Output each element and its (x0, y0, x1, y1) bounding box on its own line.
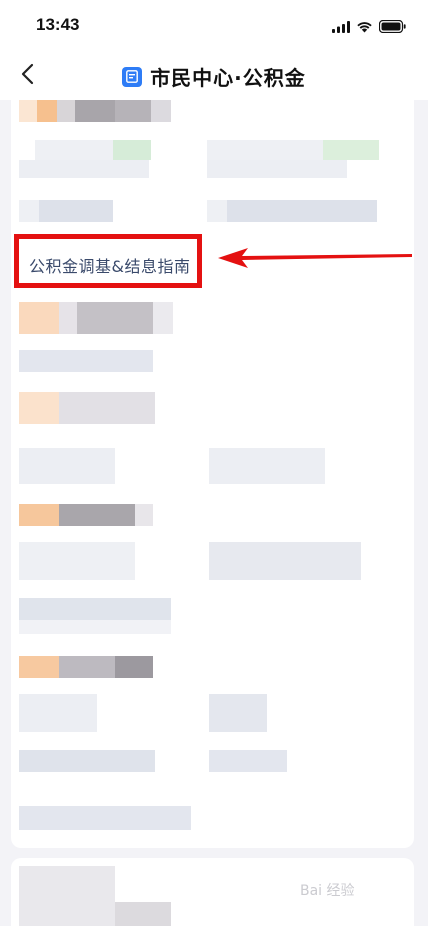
blurred-block (151, 100, 171, 122)
blurred-block (39, 200, 113, 222)
blurred-block (19, 200, 39, 222)
wifi-icon (356, 18, 373, 37)
nav-bar: 市民中心·公积金 (0, 52, 428, 100)
blurred-block (19, 598, 171, 620)
blurred-block (115, 656, 153, 678)
blurred-block (19, 100, 37, 122)
blurred-block (207, 140, 323, 160)
blurred-block (19, 302, 59, 334)
blurred-block (209, 542, 361, 580)
blurred-block (19, 694, 97, 732)
blurred-block (35, 140, 113, 160)
blurred-block (37, 100, 57, 122)
blurred-block (19, 806, 191, 830)
battery-icon (378, 18, 406, 37)
blurred-block (59, 656, 115, 678)
page-title: 市民中心·公积金 (150, 66, 306, 90)
blurred-block (207, 160, 347, 178)
blurred-block (19, 542, 135, 580)
blurred-block (59, 392, 155, 424)
content-card: 公积金调基&结息指南 (11, 98, 414, 848)
blurred-block (209, 750, 287, 772)
blurred-block (19, 866, 115, 926)
status-time: 13:43 (36, 15, 80, 34)
blurred-block (59, 504, 135, 526)
blurred-block (115, 100, 151, 122)
highlight-box (14, 234, 202, 288)
blurred-block (115, 902, 171, 926)
blurred-block (207, 200, 227, 222)
blurred-block (77, 302, 153, 334)
blurred-block (19, 160, 149, 178)
blurred-block (323, 140, 379, 160)
status-bar: 13:43 (0, 0, 428, 52)
blurred-block (19, 392, 59, 424)
signal-icon (332, 18, 350, 37)
blurred-block (19, 350, 153, 372)
status-icons (332, 18, 406, 37)
blurred-block (135, 504, 153, 526)
blurred-block (19, 504, 59, 526)
nav-title-group: 市民中心·公积金 (0, 62, 428, 91)
blurred-block (75, 100, 115, 122)
blurred-block (19, 750, 155, 772)
blurred-block (209, 448, 325, 484)
blurred-block (19, 448, 115, 484)
blurred-block (209, 694, 267, 732)
pointer-arrow-icon (218, 246, 414, 274)
blurred-block (227, 200, 377, 222)
blurred-block (59, 302, 77, 334)
screen: 13:43 市民中心·公积金 公积金调基&结息指南 Bai 经验 (0, 0, 428, 926)
blurred-block (113, 140, 151, 160)
blurred-block (19, 620, 171, 634)
blurred-block (153, 302, 173, 334)
blurred-block (57, 100, 75, 122)
document-icon (122, 66, 143, 87)
blurred-block (19, 656, 59, 678)
watermark: Bai 经验 (300, 883, 355, 899)
